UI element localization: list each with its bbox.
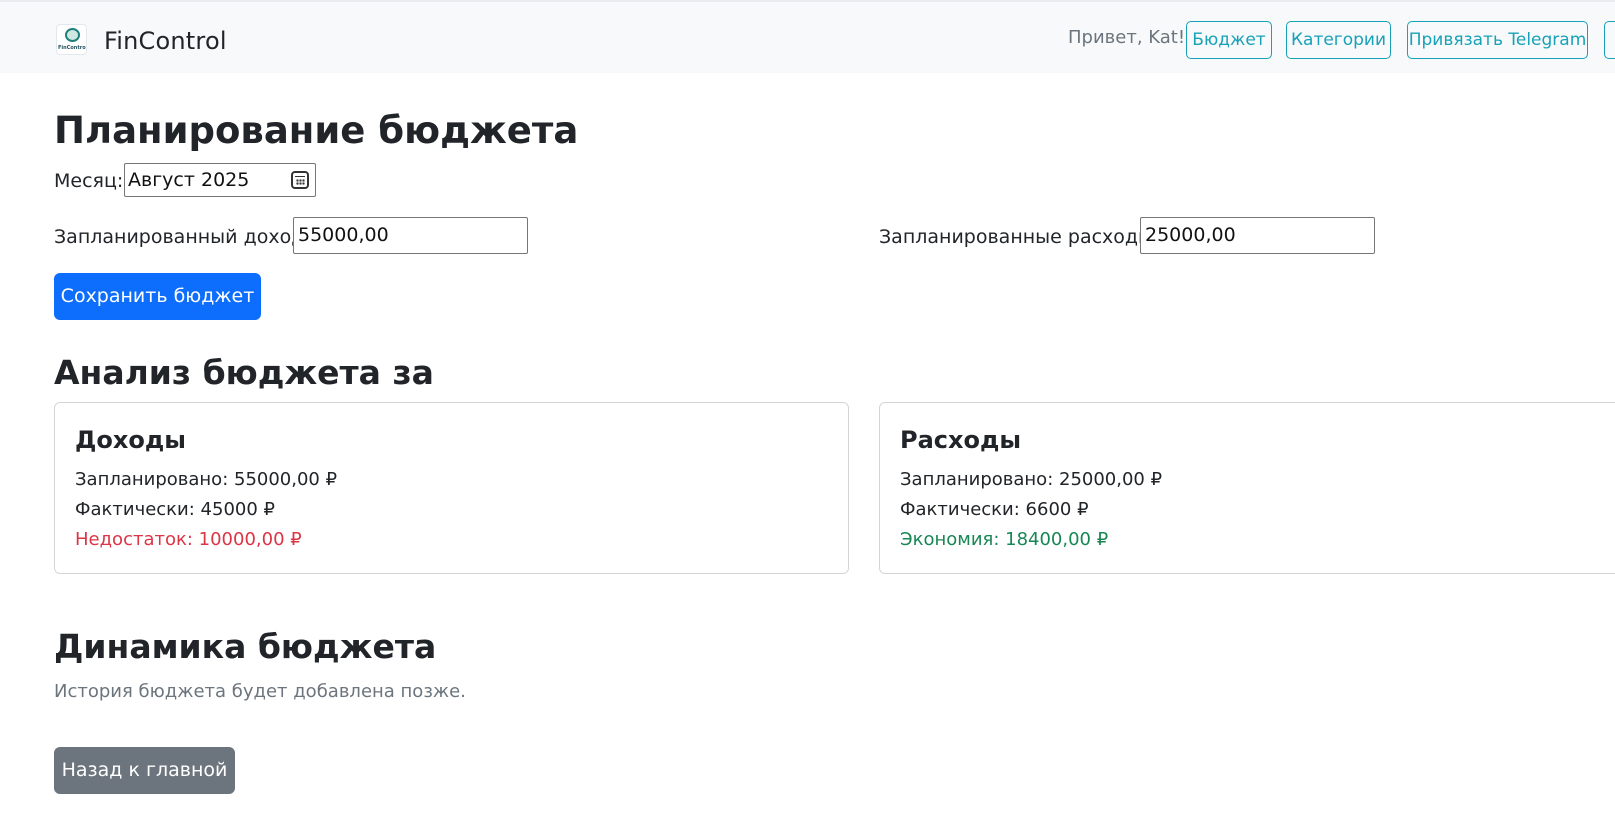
expense-planned: Запланировано: 25000,00 ₽ — [900, 469, 1163, 490]
top-navbar: FinControl FinControl Привет, Kat! Бюдже… — [0, 0, 1615, 73]
nav-link-telegram-button[interactable]: Привязать Telegram — [1407, 21, 1588, 59]
expense-card-title: Расходы — [900, 426, 1022, 454]
income-shortfall: Недостаток: 10000,00 ₽ — [75, 529, 302, 550]
back-home-button[interactable]: Назад к главной — [54, 747, 235, 794]
logo-glyph-icon — [65, 28, 80, 42]
month-label: Месяц: — [54, 170, 124, 192]
dynamics-title: Динамика бюджета — [54, 627, 437, 666]
calendar-icon[interactable] — [291, 171, 309, 189]
nav-extra-button[interactable] — [1604, 21, 1615, 59]
page-title: Планирование бюджета — [54, 109, 579, 152]
analysis-title: Анализ бюджета за — [54, 353, 434, 392]
user-greeting: Привет, Kat! — [1068, 27, 1186, 48]
dynamics-note: История бюджета будет добавлена позже. — [54, 681, 466, 702]
expense-savings: Экономия: 18400,00 ₽ — [900, 529, 1109, 550]
income-actual: Фактически: 45000 ₽ — [75, 499, 275, 520]
planned-expense-input[interactable]: 25000,00 — [1140, 217, 1375, 254]
income-card-title: Доходы — [75, 426, 186, 454]
save-budget-button[interactable]: Сохранить бюджет — [54, 273, 261, 320]
fincontrol-logo[interactable]: FinControl — [56, 24, 87, 55]
nav-categories-button[interactable]: Категории — [1286, 21, 1391, 59]
income-planned: Запланировано: 55000,00 ₽ — [75, 469, 338, 490]
income-card: Доходы Запланировано: 55000,00 ₽ Фактиче… — [54, 402, 849, 574]
expense-card: Расходы Запланировано: 25000,00 ₽ Фактич… — [879, 402, 1615, 574]
brand-name[interactable]: FinControl — [104, 26, 227, 56]
planned-income-label: Запланированный доход: — [54, 226, 311, 248]
planned-expense-label: Запланированные расходы: — [879, 226, 1160, 248]
logo-text: FinControl — [58, 45, 87, 51]
nav-budget-button[interactable]: Бюджет — [1186, 21, 1272, 59]
planned-income-input[interactable]: 55000,00 — [293, 217, 528, 254]
month-input[interactable]: Август 2025 — [124, 163, 316, 197]
expense-actual: Фактически: 6600 ₽ — [900, 499, 1089, 520]
